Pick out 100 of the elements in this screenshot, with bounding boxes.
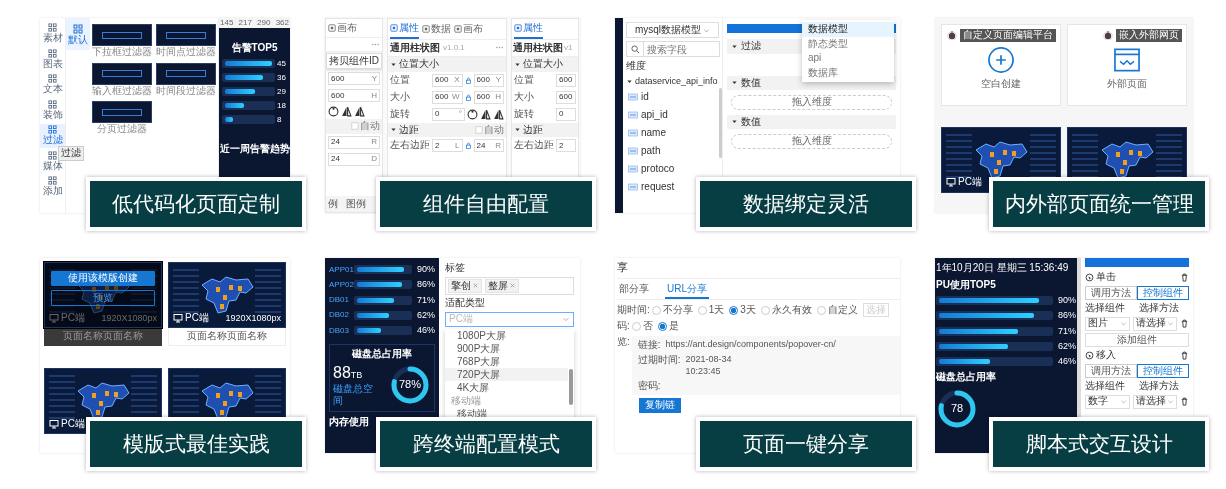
option-item[interactable]: 900P大屏 — [445, 341, 568, 355]
panel-tab[interactable]: 属性 — [390, 22, 419, 39]
number-field[interactable]: 0 ° — [432, 107, 465, 121]
number-field[interactable]: 600 H — [473, 90, 504, 104]
component-select[interactable]: 图片 — [1085, 316, 1130, 331]
category-tab[interactable]: 默认 — [66, 18, 90, 50]
sidebar-item[interactable]: 素材 — [40, 22, 65, 46]
flip-icon — [354, 106, 365, 117]
section-header[interactable]: 位置大小 — [512, 57, 578, 72]
menu-item[interactable]: api — [802, 51, 894, 66]
create-button[interactable]: 使用该模版创建 — [51, 271, 155, 286]
legend-tab[interactable]: 例 — [328, 197, 338, 210]
field-label: 旋转 — [514, 107, 535, 121]
chevron-icon — [1119, 398, 1127, 405]
tree-item[interactable]: protoco — [626, 161, 675, 177]
search-button[interactable] — [626, 41, 644, 57]
option-item[interactable]: 768P大屏 — [445, 354, 568, 368]
number-field[interactable]: 24 R — [328, 135, 380, 149]
number-field[interactable]: 2 — [556, 139, 576, 152]
chevron-icon — [1167, 398, 1174, 405]
sidebar-item[interactable]: 装饰 — [40, 98, 65, 122]
number-field[interactable]: 600 X — [432, 73, 463, 87]
search-field[interactable]: 搜索字段 — [644, 41, 720, 57]
number-field[interactable]: 24 R — [473, 139, 504, 152]
panel-tab[interactable]: 画布 — [454, 22, 483, 39]
grid-icon — [48, 125, 57, 134]
mode-tab[interactable]: 调用方法 — [1085, 363, 1137, 378]
page-card[interactable]: 嵌入外部网页 外部页面 — [1067, 24, 1187, 106]
tab-icon — [328, 24, 336, 33]
tree-item[interactable]: id — [626, 89, 649, 105]
number-field[interactable]: 600 Y — [473, 73, 504, 87]
radio-button[interactable] — [657, 322, 667, 331]
card-label: 空白创建 — [981, 77, 1021, 90]
model-select[interactable]: mysql数据模型 — [626, 22, 719, 38]
field-label: 大小 — [390, 90, 411, 104]
number-field[interactable]: 0 — [556, 107, 576, 121]
tree-item[interactable]: name — [626, 125, 666, 141]
sidebar-item[interactable]: 添加 — [40, 175, 65, 199]
chevron-icon — [1119, 320, 1127, 327]
radio-button[interactable] — [697, 305, 707, 315]
preview-button[interactable]: 预览 — [51, 289, 155, 306]
sidebar-item[interactable]: 文本 — [40, 73, 65, 97]
monitor-icon — [49, 419, 59, 429]
section-header[interactable]: 位置大小 — [388, 57, 506, 72]
number-field[interactable]: 2 L — [432, 139, 463, 152]
number-field[interactable]: 600 H — [328, 89, 380, 102]
mode-tab[interactable]: 控制组件 — [1137, 285, 1189, 300]
mode-tab[interactable]: 调用方法 — [1085, 285, 1137, 300]
tags-field[interactable]: 擎创 整屏 — [445, 276, 574, 295]
mode-tab[interactable]: 控制组件 — [1137, 363, 1189, 378]
panel-tab[interactable]: 画布 — [328, 22, 357, 37]
search-icon — [630, 44, 640, 54]
tree-item[interactable]: request — [626, 179, 675, 195]
pointer-hand-icon — [947, 30, 957, 41]
section-header[interactable]: 数值 — [727, 114, 896, 129]
panel-tab[interactable]: 数据 — [422, 22, 451, 39]
field-label: 期时间: — [617, 304, 650, 317]
component-select[interactable]: 数字 — [1085, 394, 1130, 409]
radio-button[interactable] — [651, 305, 661, 315]
number-field[interactable]: 600 W — [432, 90, 463, 104]
legend-tab[interactable]: 图例 — [346, 197, 366, 210]
filter-preview[interactable] — [156, 62, 216, 85]
cursor-icon — [1085, 272, 1094, 282]
number-field[interactable]: 600 — [556, 90, 576, 104]
method-select[interactable]: 请选择 — [1132, 316, 1177, 331]
menu-item[interactable]: 静态类型 — [802, 36, 894, 51]
event-title: 单击 — [1096, 271, 1116, 284]
section-header[interactable]: 自动 — [326, 119, 382, 134]
page-card[interactable]: 自定义页面编辑平台 空白创建 — [941, 24, 1061, 106]
copy-link-button[interactable]: 复制链 — [639, 398, 681, 413]
trash-icon — [1180, 397, 1189, 406]
menu-item[interactable]: 数据模型 — [802, 22, 894, 37]
tree-node[interactable]: dataservice_api_info — [626, 75, 718, 87]
option-item[interactable]: 4K大屏 — [445, 380, 568, 394]
radio-button[interactable] — [816, 305, 826, 315]
tree-item[interactable]: api_id — [626, 107, 668, 123]
radio-button[interactable] — [760, 305, 770, 315]
option-item[interactable]: 720P大屏 — [445, 367, 568, 381]
option-item[interactable]: 1080P大屏 — [445, 328, 568, 342]
tag-text: 整屏 — [488, 279, 508, 292]
field-type-icon — [628, 128, 638, 139]
field-label: 左右边距 — [514, 139, 554, 152]
section-header[interactable]: 边距 自动 — [388, 122, 506, 137]
sidebar-item[interactable]: 图表 — [40, 47, 65, 71]
section-header[interactable]: 边距 — [512, 122, 578, 137]
number-field[interactable]: 600 — [556, 73, 576, 87]
method-select[interactable]: 请选择 — [1132, 394, 1177, 409]
chevron-icon — [1167, 320, 1174, 327]
number-field[interactable]: 24 D — [328, 152, 380, 166]
filter-preview[interactable] — [92, 62, 152, 85]
radio-button[interactable] — [729, 305, 739, 315]
add-component-button[interactable]: 添加组件 — [1085, 332, 1189, 347]
number-field[interactable]: 600 Y — [328, 72, 380, 85]
radio-button[interactable] — [631, 322, 641, 331]
panel-tab[interactable]: 属性 — [514, 22, 543, 39]
share-tab[interactable]: URL分享 — [665, 281, 709, 300]
version-label: v1.0.1 — [443, 42, 465, 53]
tree-item[interactable]: path — [626, 143, 661, 159]
flip-icon — [493, 108, 504, 120]
share-tab[interactable]: 部分享 — [617, 281, 651, 300]
